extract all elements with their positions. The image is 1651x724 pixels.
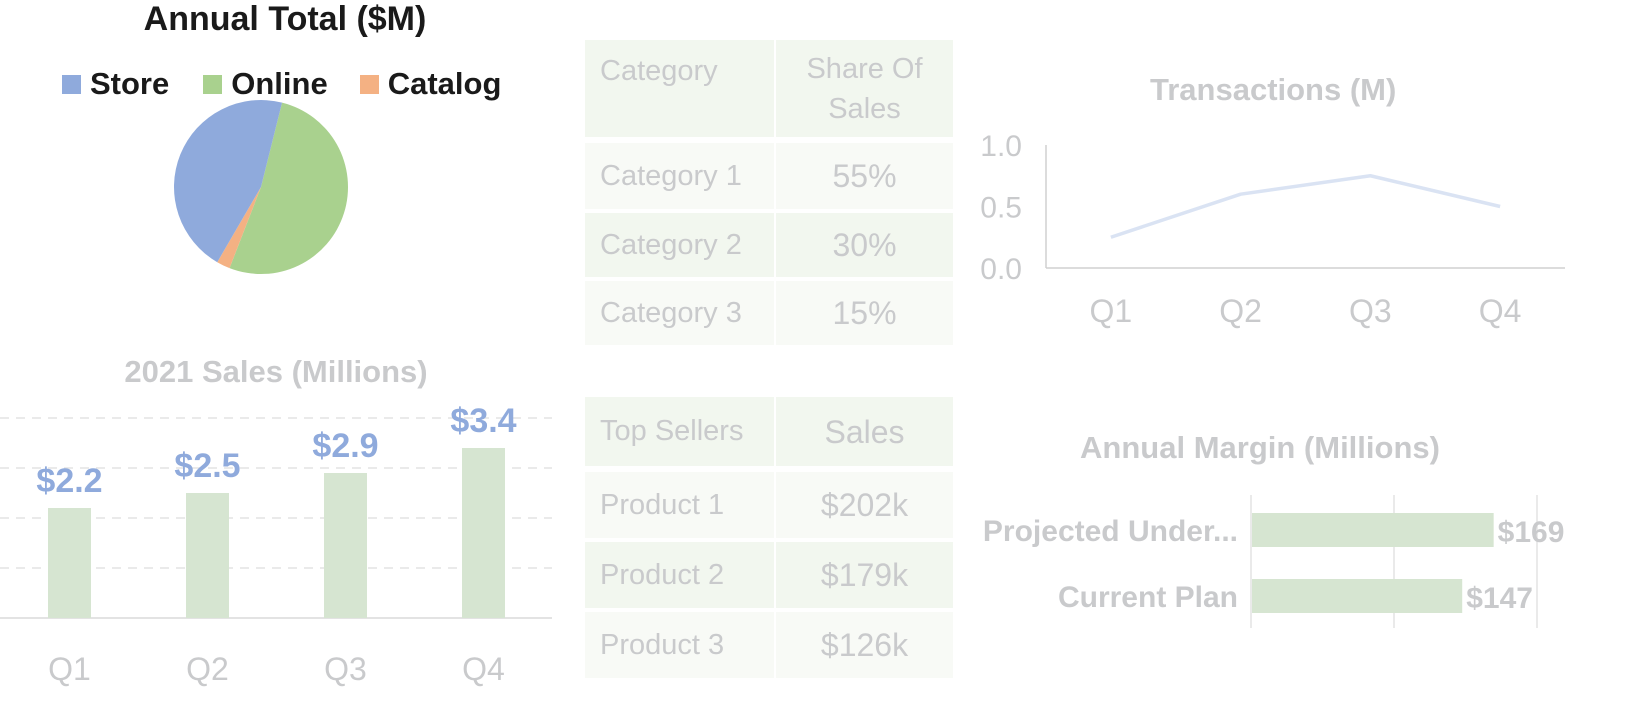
data-label: $3.4 (450, 402, 516, 440)
line-plot: 0.0 0.5 1.0 Q1 Q2 Q3 Q4 (980, 130, 1565, 329)
bar-q3 (324, 473, 367, 618)
bar-current-plan (1252, 579, 1463, 613)
data-label: $147 (1466, 582, 1533, 615)
x-tick-label: Q1 (1090, 293, 1133, 329)
x-tick-label: Q3 (1349, 293, 1392, 329)
data-label: $2.5 (174, 447, 240, 485)
row-label: Product 1 (585, 472, 774, 538)
data-label: $2.9 (312, 427, 378, 465)
row-value: 55% (776, 143, 953, 209)
row-value: $126k (776, 612, 953, 678)
y-tick-label: 0.5 (980, 192, 1022, 225)
x-tick-label: Q3 (324, 651, 367, 687)
series-line (1110, 174, 1501, 239)
transactions-chart: Transactions (M) 0.0 0.5 1.0 Q1 Q2 Q3 Q4 (960, 60, 1651, 350)
row-value: 30% (776, 213, 953, 277)
table-row: Category 2 30% (585, 213, 953, 277)
row-label: Category 1 (585, 143, 774, 209)
table-header-row: Top Sellers Sales (585, 397, 953, 466)
sales-2021-chart: 2021 Sales (Millions) $2.2 Q1 $2.5 Q2 $2.9 Q3… (0, 340, 570, 724)
table-header-row: Category Share Of Sales (585, 40, 953, 137)
x-tick-label: Q4 (462, 651, 505, 687)
y-category-label: Current Plan (1058, 581, 1238, 614)
x-tick-label: Q2 (1219, 293, 1262, 329)
row-value: $202k (776, 472, 953, 538)
header-top-sellers: Top Sellers (585, 397, 774, 466)
pie-plot (174, 100, 348, 274)
table-row: Category 3 15% (585, 281, 953, 345)
data-label: $169 (1498, 516, 1565, 549)
row-value: $179k (776, 542, 953, 608)
y-tick-label: 0.0 (980, 253, 1022, 286)
top-sellers-table: Top Sellers Sales Product 1 $202k Produc… (585, 397, 953, 678)
table-row: Product 1 $202k (585, 472, 953, 538)
y-tick-label: 1.0 (980, 130, 1022, 163)
x-tick-label: Q4 (1479, 293, 1522, 329)
row-label: Product 3 (585, 612, 774, 678)
bar-q4 (462, 448, 505, 618)
bar-q1 (48, 508, 91, 618)
table-row: Product 3 $126k (585, 612, 953, 678)
row-label: Product 2 (585, 542, 774, 608)
annual-total-chart: Annual Total ($M) Store Online Catalog (0, 0, 570, 330)
y-category-label: Projected Under... (983, 515, 1238, 548)
x-tick-label: Q2 (186, 651, 229, 687)
x-tick-label: Q1 (48, 651, 91, 687)
data-label: $2.2 (36, 462, 102, 500)
category-share-table: Category Share Of Sales Category 1 55% C… (585, 40, 953, 345)
bar-plot: $2.2 Q1 $2.5 Q2 $2.9 Q3 $3.4 Q4 (0, 402, 552, 687)
table-row: Product 2 $179k (585, 542, 953, 608)
header-sales: Sales (776, 397, 953, 466)
row-label: Category 2 (585, 213, 774, 277)
bar-projected (1252, 513, 1494, 547)
table-row: Category 1 55% (585, 143, 953, 209)
annual-margin-chart: Annual Margin (Millions) Projected Under… (960, 420, 1651, 650)
row-value: 15% (776, 281, 953, 345)
header-category: Category (585, 40, 774, 137)
row-label: Category 3 (585, 281, 774, 345)
header-share-of-sales: Share Of Sales (776, 40, 953, 137)
bar-q2 (186, 493, 229, 618)
hbar-plot: Projected Under... $169 Current Plan $147 (983, 495, 1565, 628)
